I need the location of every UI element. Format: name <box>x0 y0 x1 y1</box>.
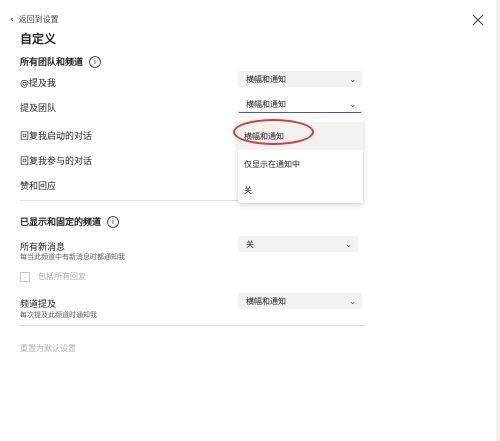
dropdown-menu: 横幅和通知 仅显示在通知中 关 <box>238 118 363 203</box>
chevron-down-icon: ⌄ <box>349 74 356 84</box>
mention-me-select[interactable]: 横幅和通知 ⌄ <box>238 71 362 87</box>
chevron-down-icon: ⌄ <box>349 296 356 306</box>
close-icon[interactable] <box>470 12 486 28</box>
scrollbar[interactable] <box>496 0 500 441</box>
include-replies-label: 包括所有回复 <box>38 272 86 281</box>
channel-mentions-select[interactable]: 横幅和通知 ⌄ <box>238 293 362 309</box>
section-heading-teams: 所有团队和频道 i <box>20 55 102 68</box>
section-title: 所有团队和频道 <box>20 58 84 68</box>
include-replies-option[interactable]: 包括所有回复 <box>20 271 86 282</box>
section-title: 已显示和固定的频道 <box>20 218 102 228</box>
dropdown-option[interactable]: 仅显示在通知中 <box>238 150 363 178</box>
back-link-label: 返回到设置 <box>18 15 59 24</box>
reply-started-label: 回复我启动的对话 <box>20 132 93 142</box>
select-value: 关 <box>246 239 254 249</box>
page-title: 自定义 <box>20 32 57 46</box>
dropdown-option[interactable]: 横幅和通知 <box>238 122 363 150</box>
divider <box>20 325 365 326</box>
likes-reactions-label: 赞和回应 <box>20 182 57 192</box>
mention-me-label: @提及我 <box>20 79 57 89</box>
reset-defaults-button[interactable]: 重置为默认设置 <box>20 343 76 354</box>
back-link[interactable]: ‹ 返回到设置 <box>10 14 59 25</box>
info-icon[interactable]: i <box>89 55 102 68</box>
mention-team-label: 提及团队 <box>20 104 57 114</box>
select-value: 横幅和通知 <box>246 296 286 306</box>
include-replies-checkbox[interactable] <box>20 271 30 282</box>
channel-mentions-label: 频道提及 <box>20 300 57 310</box>
section-heading-channels: 已显示和固定的频道 i <box>20 215 120 228</box>
reply-participated-label: 回复我参与的对话 <box>20 157 93 167</box>
all-messages-select[interactable]: 关 ⌄ <box>238 236 358 252</box>
all-messages-sub: 每当此频道中有新消息时都通知我 <box>20 253 125 261</box>
info-icon[interactable]: i <box>107 215 120 228</box>
chevron-down-icon: ⌄ <box>349 100 356 109</box>
divider <box>20 200 238 201</box>
dropdown-option[interactable]: 关 <box>238 176 363 204</box>
select-value: 横幅和通知 <box>246 74 286 84</box>
mention-team-select[interactable]: 横幅和通知 ⌄ <box>238 97 362 113</box>
select-value: 横幅和通知 <box>246 100 286 109</box>
channel-mentions-sub: 每次提及此频道时通知我 <box>20 311 97 319</box>
chevron-down-icon: ⌄ <box>345 239 352 249</box>
chevron-left-icon: ‹ <box>10 14 14 25</box>
